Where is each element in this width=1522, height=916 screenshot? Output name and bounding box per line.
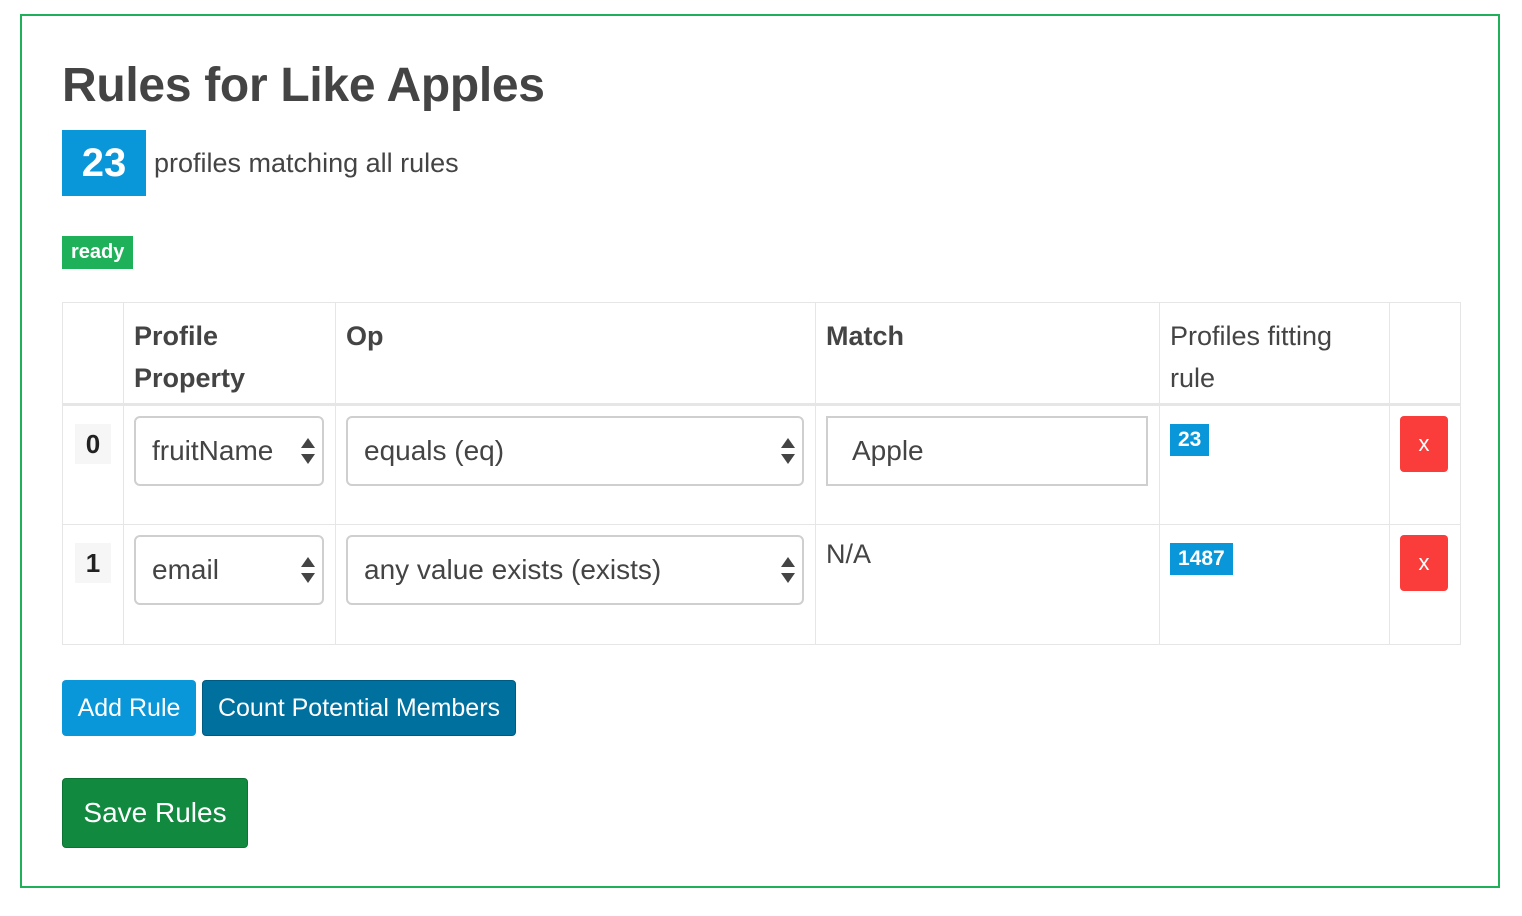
select-caret-icon (301, 438, 315, 464)
op-select[interactable]: any value exists (exists) (346, 535, 804, 605)
match-not-applicable: N/A (826, 539, 872, 569)
select-caret-icon (781, 557, 795, 583)
header-op: Op (335, 302, 816, 405)
add-rule-button[interactable]: Add Rule (62, 680, 196, 736)
matching-profiles-count: 23 (62, 130, 146, 196)
profiles-fitting-badge: 23 (1170, 424, 1210, 456)
select-caret-icon (301, 557, 315, 583)
delete-rule-button[interactable]: x (1400, 416, 1448, 472)
header-actions (1389, 302, 1461, 405)
page-title: Rules for Like Apples (62, 59, 545, 112)
header-profiles-fitting: Profiles fitting rule (1159, 302, 1390, 405)
profile-property-value: fruitName (152, 435, 274, 466)
delete-rule-button[interactable]: x (1400, 535, 1448, 591)
op-select[interactable]: equals (eq) (346, 416, 804, 486)
table-row: 0 fruitName equals (eq) 23 x (62, 404, 1461, 525)
save-rules-button[interactable]: Save Rules (62, 778, 248, 848)
op-value: equals (eq) (364, 435, 505, 466)
header-match: Match (815, 302, 1160, 405)
match-input[interactable] (826, 416, 1148, 486)
profile-property-value: email (152, 554, 219, 585)
select-caret-icon (781, 438, 795, 464)
table-header-row: Profile Property Op Match Profiles fitti… (62, 302, 1461, 405)
table-row: 1 email any value exists (exists) N/A 14… (62, 524, 1461, 645)
header-profile-property: Profile Property (123, 302, 336, 405)
op-value: any value exists (exists) (364, 554, 662, 585)
header-index (62, 302, 124, 405)
rule-index: 0 (75, 424, 111, 464)
status-badge: ready (62, 236, 134, 269)
matching-profiles-label: profiles matching all rules (154, 148, 459, 178)
profile-property-select[interactable]: email (134, 535, 324, 605)
profiles-fitting-badge: 1487 (1170, 543, 1233, 575)
rule-index: 1 (75, 543, 111, 583)
profile-property-select[interactable]: fruitName (134, 416, 324, 486)
rules-table: Profile Property Op Match Profiles fitti… (62, 302, 1461, 645)
count-potential-members-button[interactable]: Count Potential Members (202, 680, 516, 736)
